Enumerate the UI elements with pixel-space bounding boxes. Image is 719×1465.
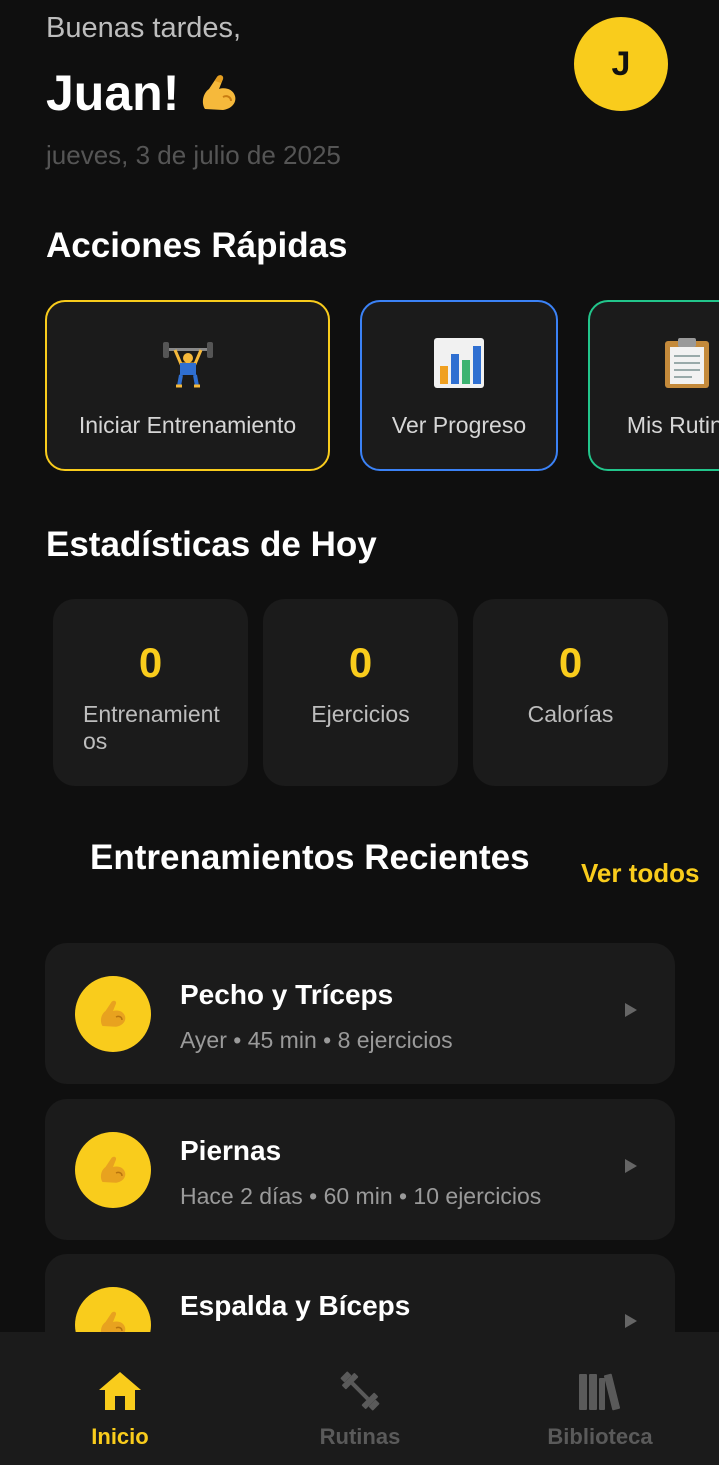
start-workout-button[interactable]: Iniciar Entrenamiento: [45, 300, 330, 471]
library-icon: [577, 1368, 623, 1414]
view-progress-button[interactable]: Ver Progreso: [360, 300, 558, 471]
stat-value: 0: [558, 639, 583, 686]
muscle-icon: [75, 1132, 151, 1208]
stat-value: 0: [348, 639, 373, 686]
nav-item-inicio[interactable]: Inicio: [0, 1332, 240, 1465]
chevron-right-icon: [625, 1003, 637, 1017]
workout-item[interactable]: Piernas Hace 2 días • 60 min • 10 ejerci…: [45, 1099, 675, 1240]
home-screen: Buenas tardes, Juan! jueves, 3 de julio …: [0, 0, 719, 1465]
bottom-navigation: Inicio Rutinas Biblioteca: [0, 1332, 719, 1465]
home-icon: [97, 1368, 143, 1414]
see-all-link[interactable]: Ver todos: [581, 858, 699, 889]
stat-label: Entrenamientos: [83, 701, 220, 754]
my-routines-label: Mis Rutinas: [626, 412, 719, 438]
recent-workouts-title: Entrenamientos Recientes: [90, 838, 530, 877]
stat-label: Ejercicios: [311, 701, 410, 727]
weightlifter-icon: [161, 336, 215, 390]
workout-title: Pecho y Tríceps: [180, 979, 394, 1010]
view-progress-label: Ver Progreso: [391, 412, 527, 438]
nav-label: Biblioteca: [547, 1424, 653, 1449]
nav-item-rutinas[interactable]: Rutinas: [240, 1332, 480, 1465]
nav-label: Rutinas: [319, 1424, 401, 1449]
dumbbell-icon: [337, 1368, 383, 1414]
stat-value: 0: [138, 639, 163, 686]
bar-chart-icon: [432, 336, 486, 390]
workout-item[interactable]: Pecho y Tríceps Ayer • 45 min • 8 ejerci…: [45, 943, 675, 1084]
greeting-text: Buenas tardes,: [46, 12, 242, 44]
muscle-icon: [75, 976, 151, 1052]
avatar[interactable]: J: [574, 17, 668, 111]
my-routines-button[interactable]: Mis Rutinas: [588, 300, 719, 471]
stat-card-calories: 0 Calorías: [473, 599, 668, 786]
chevron-right-icon: [625, 1314, 637, 1328]
stat-card-workouts: 0 Entrenamientos: [53, 599, 248, 786]
workout-title: Piernas: [180, 1135, 282, 1166]
muscle-icon: [195, 69, 243, 117]
clipboard-icon: [660, 336, 714, 390]
chevron-right-icon: [625, 1159, 637, 1173]
current-date: jueves, 3 de julio de 2025: [46, 140, 341, 170]
workout-title: Espalda y Bíceps: [180, 1290, 411, 1321]
stats-title: Estadísticas de Hoy: [46, 525, 377, 564]
workout-meta: Hace 2 días • 60 min • 10 ejercicios: [180, 1183, 542, 1209]
quick-actions-title: Acciones Rápidas: [46, 226, 348, 265]
stat-card-exercises: 0 Ejercicios: [263, 599, 458, 786]
user-name-heading: Juan!: [46, 64, 243, 122]
nav-item-biblioteca[interactable]: Biblioteca: [480, 1332, 719, 1465]
user-name: Juan!: [46, 65, 180, 121]
nav-label: Inicio: [91, 1424, 149, 1449]
workout-meta: Ayer • 45 min • 8 ejercicios: [180, 1027, 453, 1053]
stat-label: Calorías: [527, 701, 614, 727]
start-workout-label: Iniciar Entrenamiento: [78, 412, 297, 438]
